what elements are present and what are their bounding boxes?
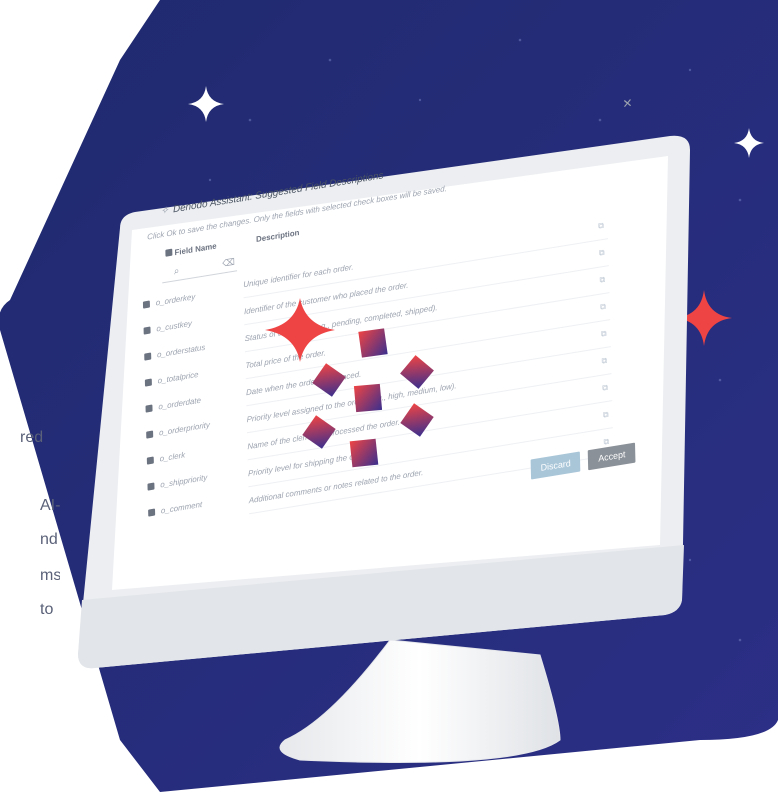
field-name: o_custkey <box>156 318 193 334</box>
field-name: o_comment <box>160 499 203 516</box>
field-name-header-label: Field Name <box>174 241 217 258</box>
field-name: o_orderdate <box>158 395 202 412</box>
field-checkbox[interactable] <box>143 325 151 335</box>
copy-icon[interactable]: ⧉ <box>603 410 609 421</box>
copy-icon[interactable]: ⧉ <box>601 329 607 340</box>
field-name: o_totalprice <box>157 369 199 386</box>
field-checkbox[interactable] <box>142 299 150 309</box>
field-checkbox[interactable] <box>147 481 155 491</box>
copy-icon[interactable]: ⧉ <box>598 221 604 232</box>
copy-icon[interactable]: ⧉ <box>600 302 606 313</box>
logo-sparkle <box>265 298 335 362</box>
field-checkbox[interactable] <box>144 377 152 387</box>
field-checkbox[interactable] <box>146 429 154 439</box>
clear-icon[interactable]: ⌫ <box>222 257 235 270</box>
description-header: Description <box>255 227 300 245</box>
logo-square <box>349 438 379 468</box>
close-icon[interactable]: ✕ <box>622 96 632 112</box>
field-name: o_orderkey <box>155 291 196 308</box>
logo-square <box>358 328 388 358</box>
copy-icon[interactable]: ⧉ <box>602 383 608 394</box>
field-list: o_orderkey o_custkey o_orderstatus o_tot… <box>142 276 247 526</box>
logo-square <box>400 403 434 437</box>
field-checkbox[interactable] <box>145 403 153 413</box>
assistant-icon: ✧ <box>160 205 169 218</box>
copy-icon[interactable]: ⧉ <box>599 248 605 259</box>
logo-square <box>353 383 383 413</box>
logo-square <box>312 363 346 397</box>
field-name-header[interactable]: Field Name <box>165 241 217 258</box>
field-name: o_shippriority <box>160 472 208 490</box>
copy-icon[interactable]: ⧉ <box>601 356 607 367</box>
search-icon: ⌕ <box>173 265 180 278</box>
copy-icon[interactable]: ⧉ <box>599 275 605 286</box>
field-checkbox[interactable] <box>146 455 154 465</box>
field-name: o_orderpriority <box>158 419 210 438</box>
denodo-logo <box>265 298 434 468</box>
field-name: o_clerk <box>159 449 186 464</box>
select-all-checkbox[interactable] <box>165 248 173 257</box>
field-name: o_orderstatus <box>156 342 206 360</box>
logo-square <box>400 355 434 389</box>
field-checkbox[interactable] <box>144 351 152 361</box>
field-checkbox[interactable] <box>148 507 156 517</box>
logo-square <box>302 415 336 449</box>
